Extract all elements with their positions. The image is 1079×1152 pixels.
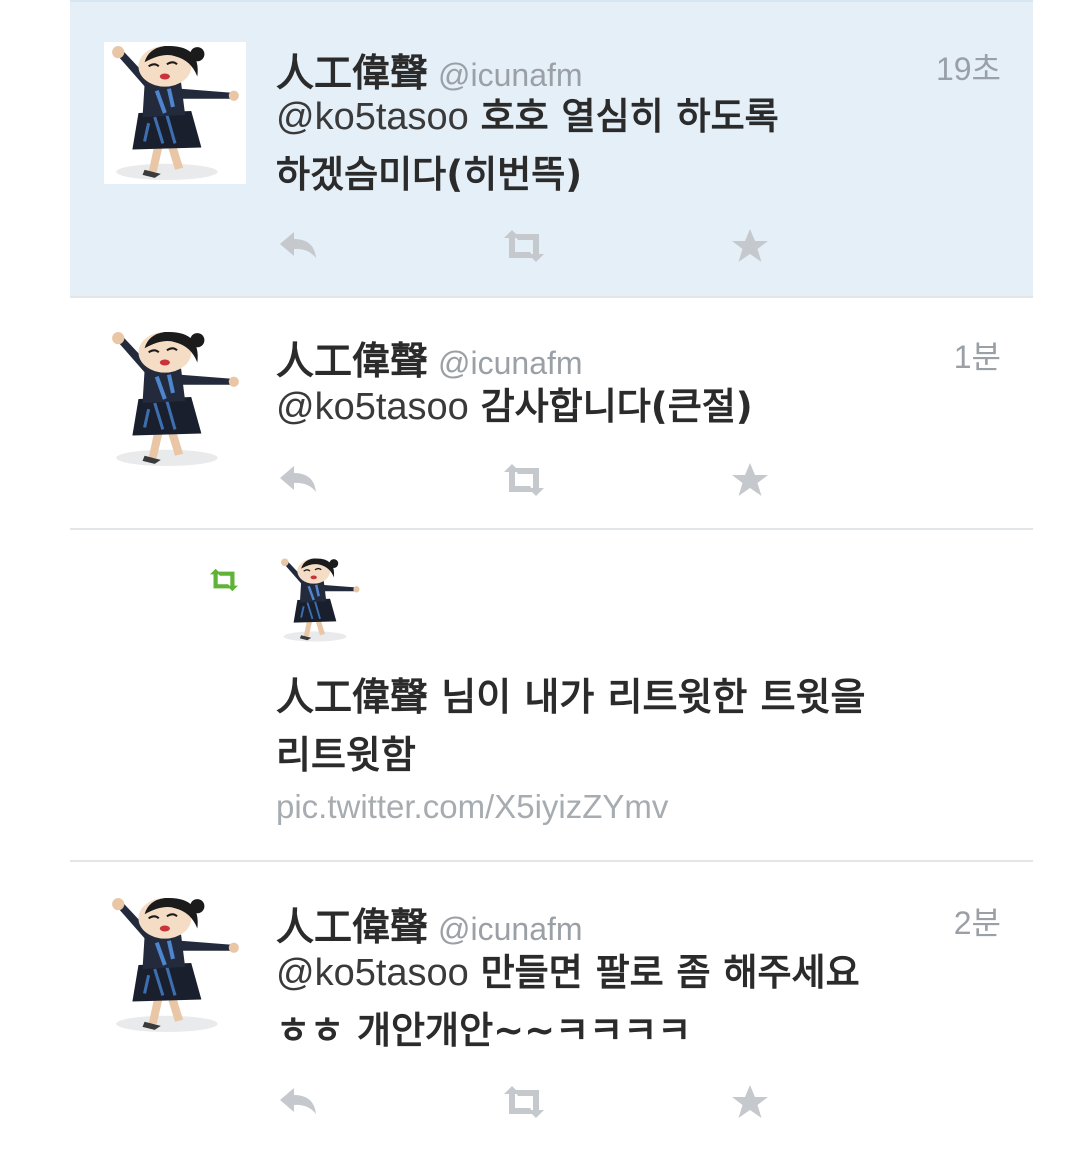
favorite-star-icon: [728, 226, 772, 266]
tweet-header: 人工偉聲 @icunafm 19초: [276, 42, 1001, 95]
tweet-body-line2: 하겠슴미다(히번뜩): [276, 153, 583, 196]
tweet[interactable]: 人工偉聲 @icunafm 1분 @ko5tasoo 감사합니다(큰절): [70, 298, 1033, 530]
tweet-header: 人工偉聲 @icunafm 1분: [276, 330, 1001, 383]
tweet-header: 人工偉聲 @icunafm 2분: [276, 896, 1001, 949]
tweet-actions: [276, 1082, 776, 1122]
tweet[interactable]: 人工偉聲 @icunafm 2분 @ko5tasoo 만들면 팔로 좀 해주세요 …: [70, 862, 1033, 1152]
notification-line1: 님이 내가 리트윗한 트윗을: [441, 675, 866, 719]
favorite-button[interactable]: [728, 226, 772, 266]
avatar-figure-skater: [104, 328, 246, 470]
user-handle[interactable]: @icunafm: [438, 911, 583, 947]
avatar-figure-skater: [104, 894, 246, 1036]
retweet-icon: [498, 226, 550, 266]
retweet-button[interactable]: [498, 226, 550, 266]
tweet[interactable]: 人工偉聲 @icunafm 19초 @ko5tasoo 호호 열심히 하도록 하겠…: [70, 0, 1033, 298]
display-name[interactable]: 人工偉聲: [276, 904, 428, 949]
retweet-icon: [206, 566, 242, 594]
reply-button[interactable]: [276, 226, 320, 266]
retweet-button[interactable]: [498, 460, 550, 500]
timeline: 人工偉聲 @icunafm 19초 @ko5tasoo 호호 열심히 하도록 하겠…: [70, 0, 1033, 1152]
retweet-icon: [498, 460, 550, 500]
notification-text: 人工偉聲 님이 내가 리트윗한 트윗을 리트윗함: [276, 668, 996, 784]
favorite-button[interactable]: [728, 1082, 772, 1122]
user-handle[interactable]: @icunafm: [438, 345, 583, 381]
mention-link[interactable]: @ko5tasoo: [276, 386, 469, 428]
favorite-star-icon: [728, 1082, 772, 1122]
reply-button[interactable]: [276, 460, 320, 500]
avatar[interactable]: [104, 328, 246, 470]
retweet-notification[interactable]: 人工偉聲 님이 내가 리트윗한 트윗을 리트윗함 pic.twitter.com…: [70, 530, 1033, 862]
mention-link[interactable]: @ko5tasoo: [276, 96, 469, 138]
tweet-actions: [276, 226, 776, 266]
media-link[interactable]: pic.twitter.com/X5iyizZYmv: [276, 788, 668, 826]
avatar-figure-skater: [276, 556, 364, 644]
tweet-body-line1: 감사합니다(큰절): [480, 385, 753, 428]
reply-button[interactable]: [276, 1082, 320, 1122]
tweet-text: @ko5tasoo 호호 열심히 하도록 하겠슴미다(히번뜩): [276, 88, 976, 204]
avatar[interactable]: [104, 894, 246, 1036]
timestamp[interactable]: 2분: [954, 898, 1001, 944]
tweet-body-line1: 만들면 팔로 좀 해주세요: [480, 951, 860, 994]
mention-link[interactable]: @ko5tasoo: [276, 952, 469, 994]
avatar[interactable]: [276, 556, 364, 644]
tweet-body-line1: 호호 열심히 하도록: [480, 95, 779, 138]
reply-icon: [276, 460, 320, 500]
avatar-figure-skater: [104, 42, 246, 184]
favorite-button[interactable]: [728, 460, 772, 500]
reply-icon: [276, 1082, 320, 1122]
timestamp[interactable]: 19초: [936, 44, 1001, 90]
retweet-button[interactable]: [498, 1082, 550, 1122]
tweet-text: @ko5tasoo 감사합니다(큰절): [276, 378, 976, 436]
timestamp[interactable]: 1분: [954, 332, 1001, 378]
display-name[interactable]: 人工偉聲: [276, 674, 428, 719]
display-name[interactable]: 人工偉聲: [276, 338, 428, 383]
retweet-icon: [498, 1082, 550, 1122]
notification-line2: 리트윗함: [276, 733, 416, 777]
tweet-text: @ko5tasoo 만들면 팔로 좀 해주세요 ㅎㅎ 개안개안~~ㅋㅋㅋㅋ: [276, 944, 996, 1060]
avatar[interactable]: [104, 42, 246, 184]
favorite-star-icon: [728, 460, 772, 500]
tweet-body-line2: ㅎㅎ 개안개안~~ㅋㅋㅋㅋ: [276, 1009, 692, 1052]
tweet-actions: [276, 460, 776, 500]
retweet-indicator: [206, 566, 242, 594]
reply-icon: [276, 226, 320, 266]
